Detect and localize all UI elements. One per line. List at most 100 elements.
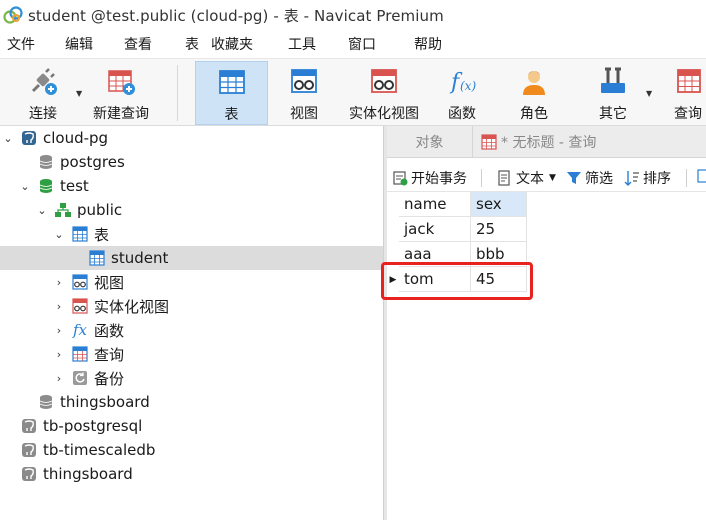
chevron-right-icon[interactable]: › — [53, 300, 65, 313]
tree-item-tables[interactable]: ⌄ 表 — [0, 222, 383, 246]
menu-window[interactable]: 窗口 — [348, 34, 376, 54]
grid-view-icon[interactable] — [697, 168, 706, 184]
query-label: 查询 — [674, 106, 702, 122]
function-button[interactable]: f (x) 函数 — [437, 61, 487, 125]
new-query-button[interactable]: 新建查询 — [86, 61, 156, 125]
main-toolbar: ▼ 连接 新建查询 表 视图 实体化视图 f (x) 函数 角色 ▼ 其它 查询 — [0, 58, 706, 126]
menu-edit[interactable]: 编辑 — [65, 34, 93, 54]
text-button[interactable]: 文本 ▼ — [496, 168, 556, 188]
postgresql-elephant-icon — [21, 130, 37, 146]
tree-item-postgres[interactable]: postgres — [0, 150, 383, 174]
table-icon — [216, 66, 248, 98]
menu-bar: 文件 编辑 查看 表 收藏夹 工具 窗口 帮助 — [0, 30, 706, 58]
sort-label: 排序 — [643, 171, 671, 187]
database-icon — [38, 394, 54, 410]
tree-item-thingsboard-connection[interactable]: thingsboard — [0, 462, 383, 486]
grid-cell[interactable]: 25 — [471, 217, 527, 242]
document-icon — [496, 170, 512, 186]
tree-item-label: thingsboard — [43, 465, 133, 483]
chevron-down-icon[interactable]: ⌄ — [2, 132, 14, 145]
title-bar: student @test.public (cloud-pg) - 表 - Na… — [0, 0, 706, 30]
table-row[interactable]: jack 25 — [387, 217, 527, 242]
tab-untitled-query[interactable]: * 无标题 - 查询 — [474, 126, 706, 158]
tree-item-label: 备份 — [94, 369, 125, 388]
toolbar-separator — [686, 169, 687, 187]
query-tab-label: * 无标题 - 查询 — [501, 135, 597, 151]
role-label: 角色 — [520, 106, 548, 122]
materialized-view-icon — [368, 65, 400, 97]
menu-view[interactable]: 查看 — [124, 34, 152, 54]
tree-item-label: test — [60, 177, 89, 195]
other-button[interactable]: ▼ 其它 — [586, 61, 652, 125]
tree-item-backups[interactable]: › 备份 — [0, 366, 383, 390]
toolbar-separator — [481, 169, 482, 187]
column-header-sex[interactable]: sex — [471, 192, 527, 217]
role-button[interactable]: 角色 — [509, 61, 559, 125]
other-dropdown-arrow[interactable]: ▼ — [646, 89, 652, 98]
query-button[interactable]: 查询 — [670, 61, 706, 125]
postgresql-elephant-icon — [21, 418, 37, 434]
tree-item-test[interactable]: ⌄ test — [0, 174, 383, 198]
menu-help[interactable]: 帮助 — [414, 34, 442, 54]
sort-button[interactable]: 排序 — [624, 168, 671, 188]
chevron-right-icon[interactable]: › — [53, 372, 65, 385]
connect-button[interactable]: ▼ 连接 — [14, 61, 82, 125]
text-dropdown-arrow[interactable]: ▼ — [549, 173, 556, 183]
function-icon: fx — [72, 320, 88, 339]
svg-text:(x): (x) — [460, 79, 476, 93]
tools-icon — [597, 65, 629, 97]
tree-item-label: 查询 — [94, 345, 125, 364]
table-label: 表 — [224, 107, 239, 123]
tab-bar: 对象 * 无标题 - 查询 — [387, 126, 706, 158]
chevron-down-icon[interactable]: ⌄ — [19, 180, 31, 193]
menu-file[interactable]: 文件 — [7, 34, 35, 54]
highlight-annotation-box — [381, 262, 533, 300]
tree-item-functions[interactable]: › fx 函数 — [0, 318, 383, 342]
menu-table[interactable]: 表 — [185, 34, 199, 54]
tree-item-label: 表 — [94, 225, 110, 244]
table-button[interactable]: 表 — [195, 61, 268, 125]
chevron-down-icon[interactable]: ⌄ — [53, 228, 65, 241]
tree-item-cloud-pg[interactable]: ⌄ cloud-pg — [0, 126, 383, 150]
tab-objects[interactable]: 对象 — [387, 126, 473, 158]
begin-transaction-label: 开始事务 — [411, 171, 467, 187]
chevron-down-icon[interactable]: ⌄ — [36, 204, 48, 217]
tree-item-label: postgres — [60, 153, 125, 171]
tree-item-views[interactable]: › 视图 — [0, 270, 383, 294]
tree-item-tb-postgresql[interactable]: tb-postgresql — [0, 414, 383, 438]
query-icon — [72, 346, 88, 362]
view-label: 视图 — [290, 106, 318, 122]
backup-icon — [72, 370, 88, 386]
grid-cell[interactable]: jack — [399, 217, 471, 242]
tree-item-student-table[interactable]: student — [0, 246, 383, 270]
menu-favorites[interactable]: 收藏夹 — [211, 34, 253, 54]
tree-item-tb-timescaledb[interactable]: tb-timescaledb — [0, 438, 383, 462]
begin-transaction-button[interactable]: 开始事务 — [392, 168, 467, 188]
chevron-right-icon[interactable]: › — [53, 276, 65, 289]
filter-button[interactable]: 筛选 — [566, 168, 613, 188]
new-query-icon — [105, 65, 137, 97]
chevron-right-icon[interactable]: › — [53, 348, 65, 361]
tree-item-queries[interactable]: › 查询 — [0, 342, 383, 366]
chevron-right-icon[interactable]: › — [53, 324, 65, 337]
connect-label: 连接 — [29, 106, 57, 122]
postgresql-elephant-icon — [21, 442, 37, 458]
tree-item-public-schema[interactable]: ⌄ public — [0, 198, 383, 222]
tree-item-label: student — [111, 249, 169, 267]
materialized-view-icon — [72, 298, 88, 314]
view-button[interactable]: 视图 — [278, 61, 330, 125]
query-tab-icon — [481, 134, 497, 150]
materialized-view-button[interactable]: 实体化视图 — [343, 61, 425, 125]
transaction-icon — [392, 170, 408, 186]
function-label: 函数 — [448, 106, 476, 122]
user-role-icon — [518, 65, 550, 97]
menu-tools[interactable]: 工具 — [288, 34, 316, 54]
toolbar-separator — [177, 65, 178, 121]
tree-item-materialized-views[interactable]: › 实体化视图 — [0, 294, 383, 318]
materialized-view-label: 实体化视图 — [349, 106, 419, 122]
table-icon — [89, 250, 105, 266]
column-header-name[interactable]: name — [399, 192, 471, 217]
filter-funnel-icon — [566, 170, 582, 186]
tree-item-thingsboard-db[interactable]: thingsboard — [0, 390, 383, 414]
connect-dropdown-arrow[interactable]: ▼ — [76, 89, 82, 98]
